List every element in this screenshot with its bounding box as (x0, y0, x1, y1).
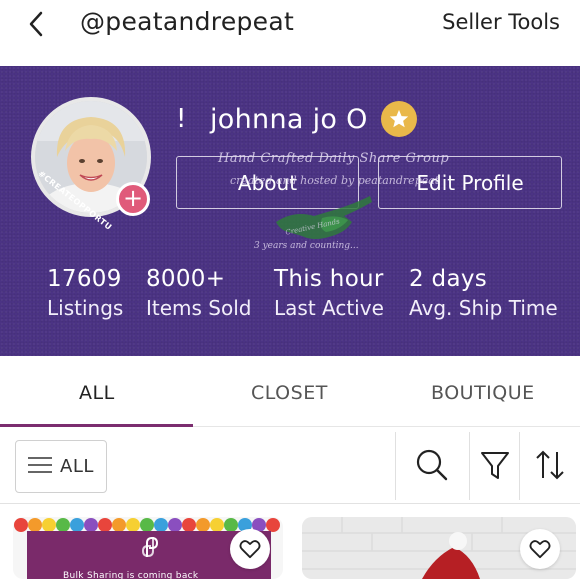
stat-last-active: This hour Last Active (274, 266, 384, 320)
listing-card[interactable]: Bulk Sharing is coming back (13, 517, 283, 579)
stat-value: 8000+ (146, 266, 226, 292)
stat-label: Listings (47, 296, 124, 320)
tab-all[interactable]: ALL (79, 382, 115, 404)
like-heart-icon[interactable] (230, 529, 270, 569)
divider (395, 432, 396, 500)
divider (469, 432, 470, 500)
listing-card[interactable] (302, 517, 576, 579)
ambassador-star-icon[interactable] (381, 101, 417, 137)
profile-header: #CREATEOPPORTU + ! johnna jo O About Edi… (0, 66, 580, 356)
stat-value: 2 days (409, 266, 488, 292)
menu-icon (28, 456, 52, 478)
search-icon[interactable] (415, 448, 449, 482)
stat-label: Avg. Ship Time (409, 296, 558, 320)
tab-boutique[interactable]: BOUTIQUE (431, 382, 535, 404)
like-heart-icon[interactable] (520, 529, 560, 569)
category-filter-button[interactable]: ALL (15, 440, 107, 493)
stat-items-sold: 8000+ Items Sold (146, 266, 252, 320)
active-tab-indicator (0, 424, 193, 427)
listing-caption: Bulk Sharing is coming back (63, 571, 199, 579)
stat-label: Items Sold (146, 296, 252, 320)
seller-tools-link[interactable]: Seller Tools (442, 10, 560, 34)
filter-bar: ALL (0, 428, 580, 504)
stat-ship-time: 2 days Avg. Ship Time (409, 266, 558, 320)
category-filter-label: ALL (60, 456, 94, 477)
stat-value: This hour (274, 266, 384, 292)
watermark-tagline: 3 years and counting... (254, 241, 359, 251)
back-arrow-icon[interactable] (22, 8, 54, 40)
stat-listings: 17609 Listings (47, 266, 123, 320)
divider (519, 432, 520, 500)
watermark-title: Hand Crafted Daily Share Group (218, 151, 450, 166)
stat-label: Last Active (274, 296, 384, 320)
closet-tabs: ALL CLOSET BOUTIQUE (0, 356, 580, 427)
name-prefix: ! (176, 104, 187, 134)
closet-username: @peatandrepeat (80, 7, 295, 36)
poshmark-logo-icon (141, 536, 159, 558)
filter-funnel-icon[interactable] (478, 448, 512, 482)
plus-icon[interactable]: + (116, 182, 150, 216)
stat-value: 17609 (47, 266, 122, 292)
watermark-subtitle: created and hosted by peatandrepeat (230, 174, 440, 187)
top-bar: @peatandrepeat Seller Tools (0, 0, 580, 66)
tab-closet[interactable]: CLOSET (251, 382, 328, 404)
sort-icon[interactable] (533, 448, 567, 482)
display-name: johnna jo O (210, 104, 368, 135)
